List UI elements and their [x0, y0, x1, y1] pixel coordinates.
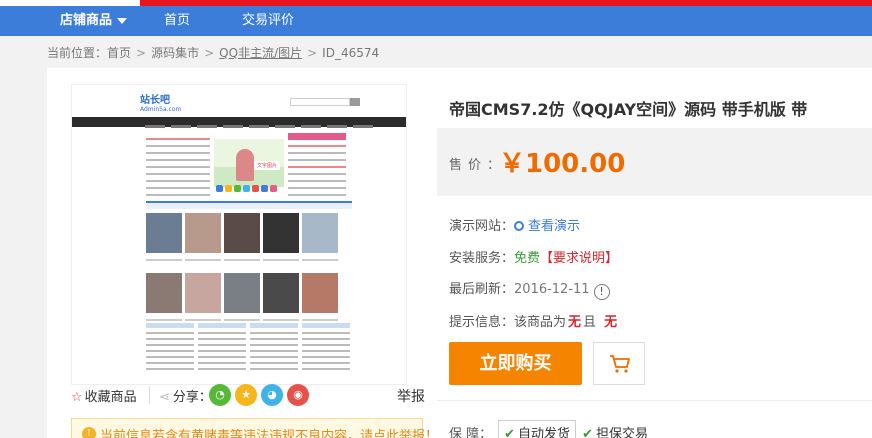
view-demo-label: 查看演示 [528, 219, 581, 234]
tip-no-1: 无 [568, 315, 582, 330]
preview-logo: 站长吧 Admin5a.com [140, 91, 200, 113]
escrow-badge: ✔ 担保交易 [582, 421, 648, 438]
weibo-share-icon[interactable]: ◉ [287, 384, 309, 406]
shop-navbar: 店铺商品 首页 交易评价 [0, 6, 872, 36]
install-service-label: 安装服务： [449, 251, 515, 266]
tip-text-2: 且 [583, 315, 597, 330]
nav-trade-review[interactable]: 交易评价 [242, 6, 294, 36]
tip-no-2: 无 [604, 315, 618, 330]
report-link[interactable]: 举报 [397, 386, 425, 406]
breadcrumb-sep: > [204, 46, 215, 60]
tip-info-label: 提示信息： [449, 315, 515, 330]
view-demo-link[interactable]: 查看演示 [514, 219, 580, 234]
price-box: 售价： ￥100.00 [437, 128, 872, 196]
favorite-button[interactable]: ☆ 收藏商品 [71, 386, 137, 405]
preview-thumbnail-grid [146, 213, 356, 333]
breadcrumb-prefix: 当前位置： [47, 46, 108, 60]
preview-bottom-columns [146, 323, 356, 374]
qq-share-icon[interactable]: ◕ [261, 384, 283, 406]
preview-nav [72, 117, 406, 128]
guarantee-row: 保 障： ✔ 自动发货 ✔ 担保交易 [449, 420, 648, 438]
product-title: 帝国CMS7.2仿《QQJAY空间》源码 带手机版 带 [449, 100, 808, 119]
last-refresh-row: 最后刷新：2016-12-11! [449, 278, 610, 300]
guarantee-label: 保 障： [449, 427, 493, 438]
tip-info-row: 提示信息：该商品为无且无 [449, 311, 617, 330]
check-icon: ✔ [504, 427, 516, 438]
preview-section-bar [146, 201, 352, 209]
cart-icon [610, 355, 630, 373]
favorite-label: 收藏商品 [84, 390, 137, 405]
breadcrumb-id: ID_46574 [322, 46, 380, 60]
tip-text-1: 该商品为 [514, 315, 567, 330]
check-icon: ✔ [582, 427, 593, 438]
warning-icon: ! [82, 427, 96, 438]
demo-site-row: 演示网站： 查看演示 [449, 215, 580, 234]
nav-home[interactable]: 首页 [164, 6, 190, 36]
report-notice: ! 当前信息若含有黄赌毒等违法违规不良内容，请点此举报！ [71, 418, 438, 438]
wechat-share-icon[interactable]: ◔ [209, 384, 231, 406]
auto-ship-label: 自动发货 [518, 427, 571, 438]
search-icon [514, 221, 525, 231]
nav-shop-goods[interactable]: 店铺商品 [60, 6, 128, 36]
product-panel: 站长吧 Admin5a.com 文字图片 ☆ 收藏商品 ⋖ 分享： ◔ ★ ◕ … [47, 68, 872, 438]
price-label: 售价： [449, 158, 507, 173]
divider [149, 386, 150, 404]
price-value: ￥100.00 [499, 149, 626, 179]
preview-search [290, 98, 350, 106]
preview-logo-text: 站长吧 [140, 95, 170, 106]
install-free-text: 免费 [514, 251, 541, 266]
divider [437, 400, 872, 401]
breadcrumb-market[interactable]: 源码集市 [151, 46, 199, 60]
breadcrumb-sep: > [136, 46, 147, 60]
qzone-share-icon[interactable]: ★ [235, 384, 257, 406]
breadcrumb-category[interactable]: QQ非主流/图片 [219, 46, 302, 60]
breadcrumb-sep: > [307, 46, 318, 60]
info-icon[interactable]: ! [593, 284, 610, 300]
report-notice-text[interactable]: 当前信息若含有黄赌毒等违法违规不良内容，请点此举报！ [100, 425, 438, 438]
last-refresh-label: 最后刷新： [449, 282, 515, 297]
escrow-label: 担保交易 [595, 427, 648, 438]
share-label: ⋖ 分享： [159, 386, 212, 405]
add-to-cart-button[interactable] [593, 342, 645, 385]
preview-featured-tag: 文字图片 [253, 161, 280, 170]
share-text: 分享： [172, 390, 212, 405]
preview-sidebar-list [288, 133, 346, 201]
preview-body: 文字图片 [72, 127, 406, 384]
preview-search-button [350, 98, 360, 106]
chevron-down-icon [117, 17, 128, 24]
last-refresh-date: 2016-12-11 [514, 282, 590, 297]
buy-now-button[interactable]: 立即购买 [449, 342, 582, 385]
breadcrumb: 当前位置：首页 > 源码集市 > QQ非主流/图片 > ID_46574 [47, 44, 379, 61]
product-preview-image[interactable]: 站长吧 Admin5a.com 文字图片 [71, 84, 407, 385]
preview-icon-row [216, 181, 286, 192]
demo-site-label: 演示网站： [449, 219, 515, 234]
favorite-share-row: ☆ 收藏商品 ⋖ 分享： ◔ ★ ◕ ◉ 举报 [71, 382, 425, 408]
preview-featured-image: 文字图片 [214, 139, 284, 187]
star-icon: ☆ [71, 390, 83, 405]
nav-shop-goods-label: 店铺商品 [60, 13, 113, 28]
install-service-row: 安装服务：免费【要求说明】 [449, 247, 618, 266]
preview-logo-url: Admin5a.com [140, 106, 182, 113]
auto-ship-badge: ✔ 自动发货 [498, 420, 577, 438]
share-icon: ⋖ [159, 390, 170, 405]
preview-header: 站长吧 Admin5a.com [72, 85, 406, 117]
breadcrumb-home[interactable]: 首页 [107, 46, 131, 60]
preview-article-list [146, 133, 210, 201]
requirements-link[interactable]: 【要求说明】 [540, 251, 618, 266]
